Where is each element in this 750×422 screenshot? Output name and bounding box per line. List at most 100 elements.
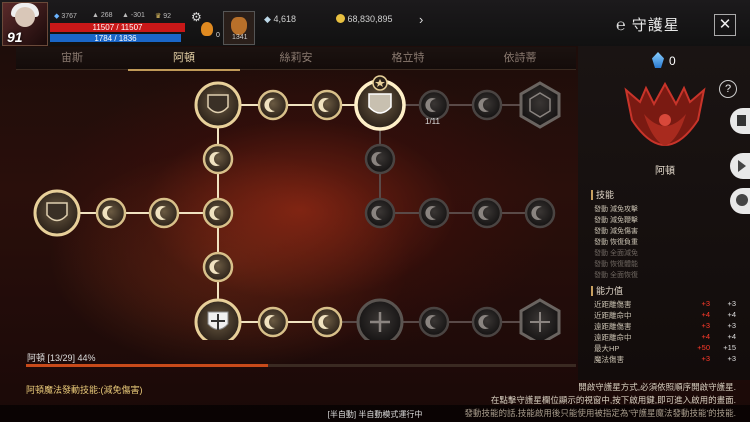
stat-total: +4 bbox=[727, 332, 736, 341]
constellation-progress-text: 阿頓 [13/29] 44% bbox=[27, 353, 96, 363]
minor-node-lit[interactable] bbox=[202, 251, 234, 283]
mp-text: 1784 / 1836 bbox=[94, 34, 137, 43]
tab-zeus[interactable]: 宙斯 bbox=[16, 47, 128, 69]
sword-icon: ◆ bbox=[54, 13, 60, 20]
helmet-icon: ▲ bbox=[122, 12, 129, 19]
minor-node-locked[interactable] bbox=[418, 197, 450, 229]
side-tab-book[interactable] bbox=[730, 108, 750, 134]
major-node-bottom[interactable] bbox=[194, 298, 242, 340]
stat-row: 近距離傷害 +3 +3 bbox=[594, 299, 740, 309]
major-node-left[interactable] bbox=[33, 189, 81, 237]
chevron-right-icon: › bbox=[419, 12, 424, 27]
minor-node-lit[interactable] bbox=[311, 89, 343, 121]
avatar[interactable]: 91 bbox=[2, 2, 48, 46]
close-button[interactable]: ✕ bbox=[714, 14, 736, 36]
tab-aton[interactable]: 阿頓 bbox=[128, 47, 240, 71]
item-count: 1341 bbox=[232, 34, 248, 41]
progress-fill bbox=[26, 364, 268, 367]
stat-resist: ▲ -301 bbox=[122, 12, 145, 19]
gold-amount: 68,830,895 bbox=[347, 14, 393, 24]
stat-gain: +4 bbox=[701, 310, 710, 319]
book-icon bbox=[737, 115, 746, 126]
minor-node-locked[interactable] bbox=[418, 89, 450, 121]
tab-sirian[interactable]: 絲莉安 bbox=[240, 47, 352, 69]
stat-name: 遠距離命中 bbox=[594, 333, 632, 342]
major-node-locked-middle[interactable] bbox=[356, 298, 404, 340]
stat-defense: ▲ 268 bbox=[92, 12, 113, 19]
skill-item-locked: 發動 全面減免 bbox=[594, 250, 638, 257]
hp-text: 11507 / 11507 bbox=[92, 23, 143, 32]
stat-gain: +50 bbox=[697, 343, 710, 352]
tab-label: 絲莉安 bbox=[279, 52, 313, 64]
minor-node-locked[interactable] bbox=[471, 89, 503, 121]
minor-node-lit[interactable] bbox=[311, 306, 343, 338]
gold-coin-icon bbox=[336, 14, 345, 23]
currency-expand-button[interactable]: › bbox=[419, 12, 423, 27]
item-slot[interactable]: 1341 bbox=[223, 11, 255, 45]
mp-bar: 1784 / 1836 bbox=[50, 34, 181, 43]
stat-value: 92 bbox=[163, 13, 172, 20]
minor-node-locked[interactable] bbox=[418, 306, 450, 338]
guardian-tabs: 宙斯 阿頓 絲莉安 格立特 依詩蒂 bbox=[16, 47, 576, 71]
major-node-selected[interactable] bbox=[354, 75, 406, 131]
stat-row: 最大HP +50 +15 bbox=[594, 343, 740, 353]
play-icon bbox=[738, 160, 746, 172]
minor-node-lit[interactable] bbox=[202, 143, 234, 175]
constellation-progress-bar bbox=[26, 364, 576, 367]
stat-row: 遠距離傷害 +3 +3 bbox=[594, 321, 740, 331]
gear-icon: ⚙ bbox=[191, 10, 202, 24]
stats-section-title: 能力值 bbox=[591, 286, 623, 296]
side-tab-moon[interactable] bbox=[730, 188, 750, 214]
skill-item: 發動 減免攻擊 bbox=[594, 206, 638, 213]
player-level: 91 bbox=[7, 29, 23, 45]
settings-potion-slot[interactable]: ⚙ 0 bbox=[191, 10, 221, 44]
tab-gritt[interactable]: 格立特 bbox=[352, 47, 464, 69]
stat-row: 近距離命中 +4 +4 bbox=[594, 310, 740, 320]
crystal-count: 0 bbox=[669, 54, 676, 68]
close-icon: ✕ bbox=[718, 16, 732, 33]
aton-emblem-icon bbox=[624, 81, 706, 146]
skill-item: 發動 減免傷害 bbox=[594, 228, 638, 235]
gem-amount: 4,618 bbox=[273, 14, 296, 24]
minor-node-locked[interactable] bbox=[524, 197, 556, 229]
stat-gain: +4 bbox=[701, 332, 710, 341]
side-tab-play[interactable] bbox=[730, 153, 750, 179]
potion-icon bbox=[201, 22, 213, 36]
skill-item: 發動 恢復負重 bbox=[594, 239, 638, 246]
tab-label: 格立特 bbox=[391, 52, 425, 64]
help-button[interactable]: ? bbox=[719, 80, 737, 98]
trophy-icon: ♛ bbox=[155, 13, 162, 20]
stat-total: +3 bbox=[727, 321, 736, 330]
minor-node-locked[interactable] bbox=[364, 143, 396, 175]
tab-label: 阿頓 bbox=[173, 52, 195, 64]
minor-node-lit[interactable] bbox=[95, 197, 127, 229]
major-node-locked-bottom[interactable] bbox=[519, 298, 561, 340]
minor-node-lit[interactable] bbox=[257, 306, 289, 338]
magic-skill-description: 阿頓魔法發動技能:(減免傷害) bbox=[26, 385, 143, 395]
stat-gain: +3 bbox=[701, 299, 710, 308]
minor-node-locked[interactable] bbox=[364, 197, 396, 229]
auto-mode-status: [半自動] 半自動模式運行中 bbox=[327, 410, 423, 419]
guardian-name: 阿頓 bbox=[655, 166, 675, 177]
stat-name: 最大HP bbox=[594, 344, 620, 353]
stat-total: +4 bbox=[727, 310, 736, 319]
stat-name: 魔法傷害 bbox=[594, 355, 624, 364]
major-node-top[interactable] bbox=[194, 81, 242, 129]
stat-value: 301 bbox=[133, 12, 145, 19]
skill-item-locked: 發動 恢復體能 bbox=[594, 261, 638, 268]
question-icon: ? bbox=[724, 83, 732, 95]
major-node-locked-top[interactable] bbox=[519, 81, 561, 129]
tab-eastie[interactable]: 依詩蒂 bbox=[464, 47, 576, 69]
skills-section-title: 技能 bbox=[591, 190, 614, 200]
minor-node-lit[interactable] bbox=[257, 89, 289, 121]
stat-name: 近距離命中 bbox=[594, 311, 632, 320]
minor-node-locked[interactable] bbox=[471, 197, 503, 229]
window-title: ℮ 守護星 bbox=[616, 14, 680, 35]
pouch-icon bbox=[231, 17, 247, 35]
minor-node-locked[interactable] bbox=[471, 306, 503, 338]
stat-trophy: ♛ 92 bbox=[155, 12, 171, 20]
shield-icon: ▲ bbox=[92, 12, 99, 19]
node-progress-counter: 1/11 bbox=[425, 117, 440, 126]
minor-node-lit[interactable] bbox=[148, 197, 180, 229]
minor-node-lit[interactable] bbox=[202, 197, 234, 229]
